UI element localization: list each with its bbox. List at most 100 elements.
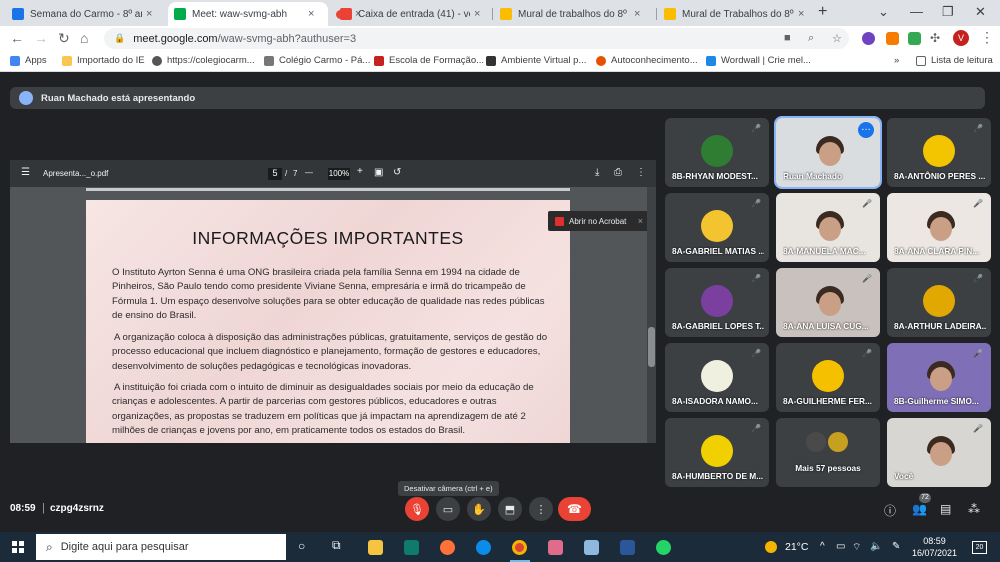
tab-search-icon[interactable]: ⌄ — [878, 4, 889, 20]
notifications-badge[interactable]: 20 — [972, 541, 987, 554]
participant-tile[interactable]: 🎤 8A-HUMBERTO DE M... — [665, 418, 769, 487]
camera-button[interactable]: ▭ — [436, 497, 460, 521]
new-tab-button[interactable]: + — [818, 3, 827, 21]
taskbar-clock[interactable]: 08:59 16/07/2021 — [912, 535, 957, 559]
participant-tile[interactable]: 🎤 8A-ISADORA NAMO... — [665, 343, 769, 412]
pdf-scrollbar[interactable] — [647, 187, 656, 443]
bookmark-item[interactable]: Colégio Carmo - Pá... — [264, 55, 370, 66]
participant-tile[interactable]: 🎤 8A-GABRIEL MATIAS ... — [665, 193, 769, 262]
scroll-thumb[interactable] — [648, 327, 655, 367]
browser-menu-icon[interactable]: ⋮ — [980, 29, 994, 46]
app-icon[interactable] — [404, 540, 419, 555]
home-icon[interactable]: ⌂ — [80, 30, 88, 46]
whatsapp-icon[interactable] — [656, 540, 671, 555]
firefox-icon[interactable] — [440, 540, 455, 555]
extension-green-icon[interactable] — [908, 32, 921, 45]
pdf-page-input[interactable]: 5 — [268, 168, 282, 180]
file-explorer-icon[interactable] — [368, 540, 383, 555]
zoom-icon[interactable]: ⌕ — [808, 32, 814, 45]
print-icon[interactable]: ⎙ — [614, 167, 622, 178]
participant-tile[interactable]: Mais 57 pessoas — [776, 418, 880, 487]
pdf-zoom-input[interactable]: 100% — [328, 168, 350, 180]
tile-options-icon[interactable]: … — [858, 122, 874, 138]
close-tab-icon[interactable]: × — [308, 8, 314, 20]
reload-icon[interactable]: ↻ — [58, 30, 70, 47]
extension-icon[interactable] — [862, 32, 875, 45]
browser-tab-1[interactable]: Meet: waw-svmg-abh × — [168, 2, 328, 26]
participant-tile[interactable]: 🎤 Você — [887, 418, 991, 487]
taskbar-search[interactable]: ⌕ Digite aqui para pesquisar — [36, 534, 286, 560]
cortana-icon[interactable]: ○ — [298, 539, 305, 553]
participant-tile[interactable]: 🎤 8B-Guilherme SIMO... — [887, 343, 991, 412]
zoom-in-button[interactable]: + — [357, 166, 363, 177]
end-call-button[interactable]: ☎ — [558, 497, 591, 521]
weather-sun-icon[interactable] — [765, 541, 777, 553]
participant-tile[interactable]: 🎤 8A-ANA LUISA CUG... — [776, 268, 880, 337]
app-icon[interactable] — [548, 540, 563, 555]
close-tab-icon[interactable]: × — [634, 8, 640, 20]
bookmark-item[interactable]: https://colegiocarm... — [152, 55, 255, 66]
edge-icon[interactable] — [476, 540, 491, 555]
more-bookmarks-icon[interactable]: » — [894, 55, 899, 66]
back-arrow-icon[interactable]: ← — [10, 30, 24, 46]
pdf-menu-icon[interactable]: ☰ — [21, 167, 30, 178]
browser-tab-4[interactable]: Mural de trabalhos do 8º ano × — [494, 2, 654, 26]
wifi-icon[interactable]: ⌔ — [852, 541, 861, 554]
bookmark-item[interactable]: Ambiente Virtual p... — [486, 55, 586, 66]
zoom-out-button[interactable]: — — [305, 168, 313, 177]
bookmark-item[interactable]: Wordwall | Crie mel... — [706, 55, 811, 66]
participant-tile[interactable]: 🎤 8A-GUILHERME FER... — [776, 343, 880, 412]
forward-arrow-icon[interactable]: → — [34, 30, 48, 46]
more-options-button[interactable]: ⋮ — [529, 497, 553, 521]
profile-avatar[interactable]: V — [953, 30, 969, 46]
bookmark-star-icon[interactable]: ☆ — [832, 32, 842, 45]
maximize-icon[interactable]: ❐ — [942, 4, 954, 20]
tray-chevron-icon[interactable]: ^ — [820, 541, 825, 552]
close-tab-icon[interactable]: × — [798, 8, 804, 20]
participant-tile[interactable]: 🎤 8A-ARTHUR LADEIRA... — [887, 268, 991, 337]
temperature[interactable]: 21°C — [785, 541, 808, 553]
browser-tab-5[interactable]: Mural de Trabalhos do 8º an × — [658, 2, 814, 26]
extension-shield-icon[interactable] — [886, 32, 899, 45]
present-button[interactable]: ⬒ — [498, 497, 522, 521]
minimize-icon[interactable]: — — [910, 4, 923, 19]
bookmark-item[interactable]: Autoconhecimento... — [596, 55, 698, 66]
volume-icon[interactable]: 🔈 — [870, 541, 882, 552]
activities-icon[interactable]: ⁂ — [968, 502, 980, 516]
participant-tile[interactable]: 🎤 8A-MANUELA MAC... — [776, 193, 880, 262]
reading-list-button[interactable]: Lista de leitura — [916, 55, 993, 66]
close-acrobat-icon[interactable]: × — [638, 216, 643, 226]
participant-tile[interactable]: 🎤 8B-RHYAN MODEST... — [665, 118, 769, 187]
chrome-icon[interactable] — [512, 540, 527, 555]
raise-hand-button[interactable]: ✋ — [467, 497, 491, 521]
word-icon[interactable] — [620, 540, 635, 555]
close-tab-icon[interactable]: × — [146, 8, 152, 20]
task-view-icon[interactable]: ⧉ — [332, 538, 341, 553]
participant-tile[interactable]: 🎤 8A-ANA CLARA PIN... — [887, 193, 991, 262]
bookmark-folder[interactable]: Importado do IE — [62, 55, 145, 66]
network-icon[interactable]: ▭ — [836, 541, 845, 552]
pdf-more-icon[interactable]: ⋮ — [636, 167, 646, 178]
info-icon[interactable]: ⓘ — [884, 502, 896, 519]
bookmark-apps[interactable]: Apps — [10, 55, 47, 66]
paint-icon[interactable] — [584, 540, 599, 555]
camera-permission-icon[interactable]: ■ — [784, 32, 791, 44]
browser-tab-0[interactable]: Semana do Carmo - 8º ano E × — [6, 2, 166, 26]
download-icon[interactable]: ⤓ — [595, 167, 599, 178]
participant-tile[interactable]: 🎤 8A-ANTÔNIO PERES ... — [887, 118, 991, 187]
chat-icon[interactable]: ▤ — [940, 502, 951, 516]
participant-tile[interactable]: … Ruan Machado — [774, 116, 882, 189]
mic-off-button[interactable]: 🎙 — [405, 497, 429, 521]
close-tab-icon[interactable]: × — [474, 8, 480, 20]
close-window-icon[interactable]: ✕ — [975, 4, 986, 20]
windows-start-icon[interactable] — [12, 541, 24, 553]
pen-icon[interactable]: ✎ — [892, 541, 900, 552]
browser-tab-3[interactable]: Caixa de entrada (41) - veron × — [334, 2, 494, 26]
address-bar[interactable]: 🔒 meet.google.com/waw-svmg-abh?authuser=… — [104, 28, 849, 49]
fit-page-icon[interactable]: ▣ — [374, 167, 383, 178]
participant-tile[interactable]: 🎤 8A-GABRIEL LOPES T... — [665, 268, 769, 337]
rotate-icon[interactable]: ↺ — [393, 167, 401, 178]
bookmark-item[interactable]: Escola de Formação... — [374, 55, 484, 66]
people-icon[interactable]: 👥 — [912, 502, 927, 516]
open-in-acrobat-banner[interactable]: Abrir no Acrobat × — [548, 211, 648, 231]
